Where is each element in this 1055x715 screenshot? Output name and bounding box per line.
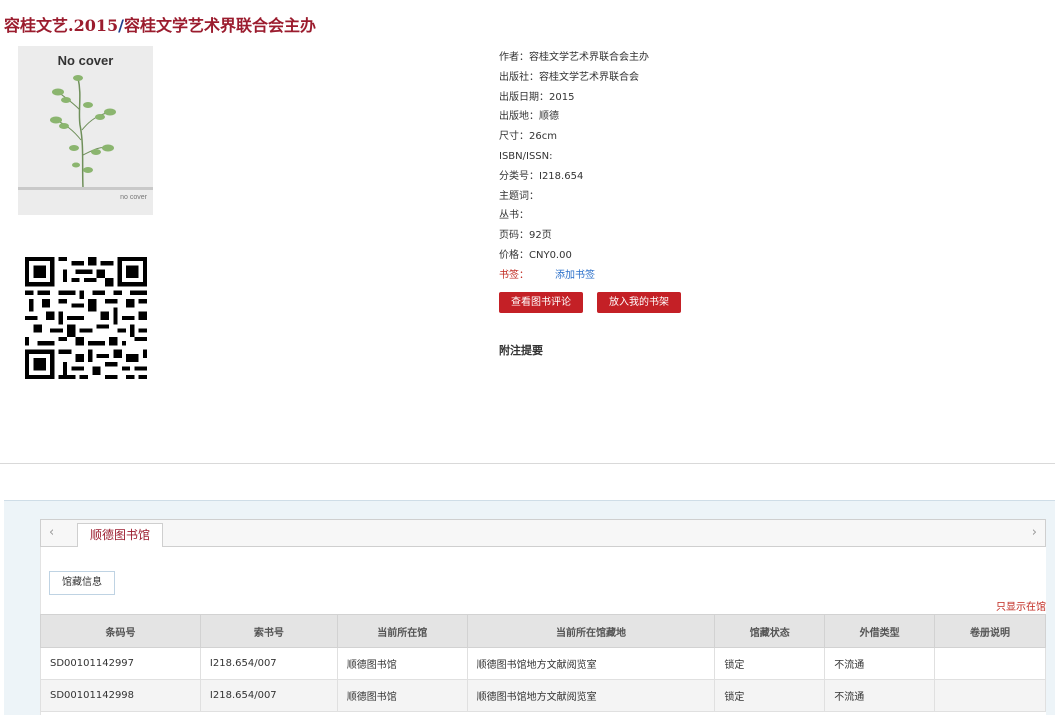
cover-label-top: No cover: [57, 53, 114, 68]
meta-subject: 主题词：: [499, 190, 539, 202]
cell-current-location: 顺德图书馆地方文献阅览室: [466, 679, 716, 712]
col-barcode: 条码号: [40, 614, 201, 648]
col-loan-type: 外借类型: [824, 614, 936, 648]
cell-status: 锁定: [714, 647, 826, 680]
cell-current-library: 顺德图书馆: [336, 679, 468, 712]
col-current-library: 当前所在馆: [336, 614, 468, 648]
cell-current-location: 顺德图书馆地方文献阅览室: [466, 647, 716, 680]
only-show-available-link[interactable]: 只显示在馆: [996, 598, 1046, 613]
cell-call-number: I218.654/007: [199, 647, 338, 680]
meta-size: 尺寸：26cm: [499, 131, 557, 143]
title-responsibility: 容桂文学艺术界联合会主办: [123, 16, 316, 35]
notes-heading: 附注提要: [499, 344, 543, 357]
col-volume-note: 卷册说明: [934, 614, 1046, 648]
add-to-shelf-button[interactable]: 放入我的书架: [597, 292, 681, 313]
plant-illustration: [50, 75, 116, 189]
meta-pub-place: 出版地：顺德: [499, 111, 559, 123]
table-header-row: 条码号 索书号 当前所在馆 当前所在馆藏地 馆藏状态 外借类型 卷册说明: [40, 614, 1046, 648]
table-row: SD00101142997 I218.654/007 顺德图书馆 顺德图书馆地方…: [40, 647, 1046, 680]
cell-volume-note: [934, 647, 1046, 680]
cover-label-bottom: no cover: [120, 194, 147, 201]
tab-holdings-info[interactable]: 馆藏信息: [49, 571, 115, 595]
book-metadata: 作者：容桂文学艺术界联合会主办 出版社：容桂文学艺术界联合会 出版日期：2015…: [499, 48, 649, 286]
holdings-table: 条码号 索书号 当前所在馆 当前所在馆藏地 馆藏状态 外借类型 卷册说明 SD0…: [40, 614, 1046, 712]
meta-pages: 页码：92页: [499, 230, 552, 242]
col-current-location: 当前所在馆藏地: [466, 614, 716, 648]
cell-call-number: I218.654/007: [199, 679, 338, 712]
meta-class-no: 分类号：I218.654: [499, 170, 584, 182]
tab-library[interactable]: 顺德图书馆: [77, 523, 164, 548]
cell-loan-type: 不流通: [824, 679, 936, 712]
tab-prev-arrow-icon[interactable]: ‹: [49, 525, 54, 540]
table-row: SD00101142998 I218.654/007 顺德图书馆 顺德图书馆地方…: [40, 679, 1046, 712]
cell-status: 锁定: [714, 679, 826, 712]
title-main: 容桂文艺.2015: [4, 16, 119, 35]
cell-barcode: SD00101142998: [40, 679, 201, 712]
meta-author: 作者：容桂文学艺术界联合会主办: [499, 52, 649, 63]
cover-divider: [18, 187, 153, 190]
qr-code: [25, 257, 147, 379]
library-tabbar: ‹ 顺德图书馆 ›: [40, 519, 1046, 548]
view-reviews-button[interactable]: 查看图书评论: [499, 292, 583, 313]
meta-bookmark-row: 书签： 添加书签: [499, 266, 649, 286]
page-title: 容桂文艺.2015/容桂文学艺术界联合会主办: [4, 12, 316, 36]
meta-publisher: 出版社：容桂文学艺术界联合会: [499, 71, 639, 83]
bookmark-label: 书签：: [499, 269, 529, 281]
section-divider: [0, 463, 1055, 464]
meta-pub-date: 出版日期：2015: [499, 91, 575, 103]
cell-volume-note: [934, 679, 1046, 712]
cell-loan-type: 不流通: [824, 647, 936, 680]
cell-barcode: SD00101142997: [40, 647, 201, 680]
book-cover-image: No cover no cover: [18, 46, 153, 215]
add-bookmark-link[interactable]: 添加书签: [555, 270, 595, 281]
meta-price: 价格：CNY0.00: [499, 249, 572, 261]
cell-current-library: 顺德图书馆: [336, 647, 468, 680]
meta-isbn: ISBN/ISSN:: [499, 150, 553, 162]
tab-next-arrow-icon[interactable]: ›: [1032, 525, 1037, 540]
col-status: 馆藏状态: [714, 614, 826, 648]
col-call-number: 索书号: [199, 614, 338, 648]
meta-series: 丛书：: [499, 210, 529, 222]
